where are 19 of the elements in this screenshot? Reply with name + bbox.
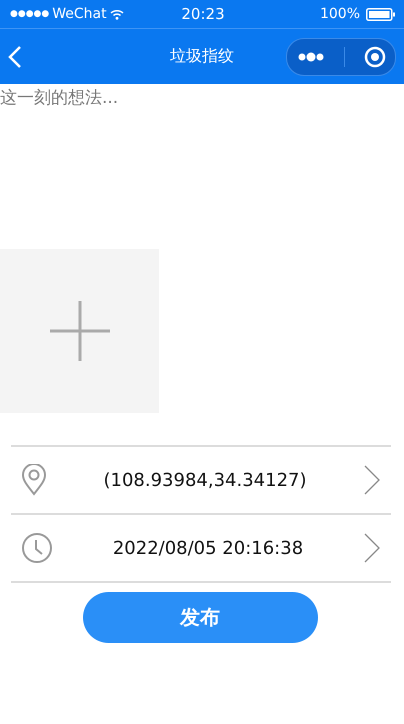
close-icon[interactable] xyxy=(364,46,386,68)
wifi-icon xyxy=(110,8,124,20)
status-time: 20:23 xyxy=(181,5,225,23)
back-icon[interactable] xyxy=(8,44,22,68)
plus-icon xyxy=(50,301,110,361)
info-row[interactable]: 2022/08/05 20:16:38 xyxy=(11,515,391,583)
row-value: 2022/08/05 20:16:38 xyxy=(112,538,304,558)
clock-icon xyxy=(21,532,53,564)
chevron-icon xyxy=(363,464,381,496)
row-value: (108.93984,34.34127) xyxy=(102,470,308,490)
battery-percent: 100% xyxy=(320,6,360,22)
chevron-icon xyxy=(363,532,381,564)
location-pin-icon xyxy=(21,464,47,496)
signal-strength: ●●●●● xyxy=(10,9,50,19)
more-icon[interactable] xyxy=(296,52,324,62)
info-row[interactable]: (108.93984,34.34127) xyxy=(11,447,391,515)
page-title: 垃圾指纹 xyxy=(169,46,235,67)
battery-icon xyxy=(366,8,396,20)
carrier-name: WeChat xyxy=(52,6,107,22)
